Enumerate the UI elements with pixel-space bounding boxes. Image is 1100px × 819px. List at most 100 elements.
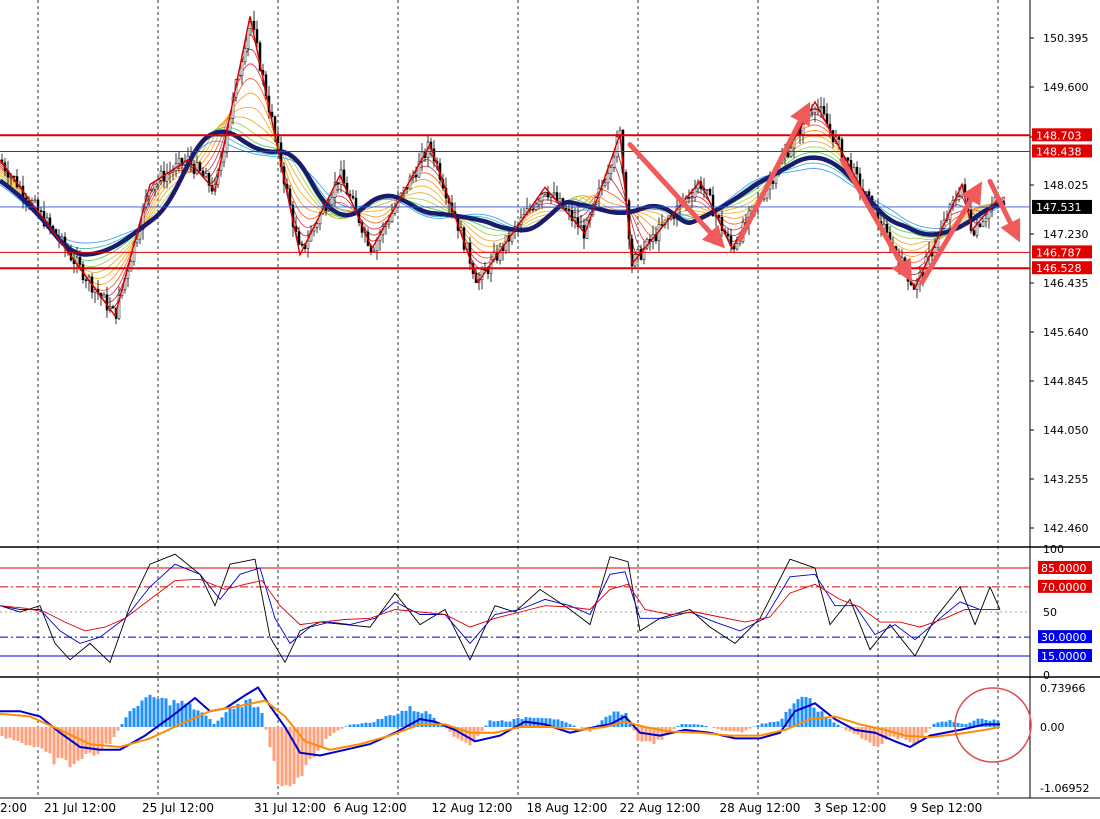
candle-body bbox=[610, 167, 612, 174]
forex-chart[interactable]: 2:0021 Jul 12:0025 Jul 12:0031 Jul 12:00… bbox=[0, 0, 1100, 815]
macd-histogram-bar bbox=[905, 727, 908, 740]
macd-histogram-bar bbox=[81, 727, 84, 759]
candle-body bbox=[154, 184, 156, 189]
macd-histogram-bar bbox=[497, 721, 500, 727]
macd-histogram-bar bbox=[13, 727, 16, 740]
stochastic-level-label: 85.0000 bbox=[1041, 562, 1087, 575]
macd-histogram-bar bbox=[29, 727, 32, 745]
candle-body bbox=[244, 48, 246, 61]
macd-histogram-bar bbox=[357, 724, 360, 727]
candle-body bbox=[355, 198, 357, 209]
level-price-label: 146.528 bbox=[1036, 262, 1082, 275]
macd-histogram-bar bbox=[677, 726, 680, 727]
macd-histogram-bar bbox=[205, 716, 208, 727]
macd-tick-label: 0.00 bbox=[1040, 721, 1065, 734]
macd-histogram-bar bbox=[561, 721, 564, 727]
candle-body bbox=[373, 251, 375, 252]
macd-histogram-bar bbox=[993, 720, 996, 727]
candle-body bbox=[613, 157, 615, 167]
macd-histogram-bar bbox=[937, 722, 940, 727]
price-tick-label: 147.230 bbox=[1043, 228, 1089, 241]
candle-body bbox=[388, 222, 390, 224]
candle-body bbox=[787, 153, 789, 157]
macd-histogram-bar bbox=[129, 711, 132, 727]
macd-histogram-bar bbox=[917, 727, 920, 743]
candle-body bbox=[85, 280, 87, 281]
macd-histogram-bar bbox=[821, 711, 824, 727]
macd-histogram-bar bbox=[721, 727, 724, 730]
macd-histogram-bar bbox=[85, 727, 88, 754]
chart-canvas[interactable]: 2:0021 Jul 12:0025 Jul 12:0031 Jul 12:00… bbox=[0, 0, 1100, 815]
macd-histogram-bar bbox=[837, 725, 840, 727]
candle-body bbox=[241, 62, 243, 76]
macd-histogram-bar bbox=[749, 727, 752, 729]
candle-body bbox=[568, 209, 570, 210]
candle-body bbox=[37, 200, 39, 211]
candle-body bbox=[979, 224, 981, 227]
macd-histogram-bar bbox=[929, 727, 932, 729]
macd-histogram-bar bbox=[25, 727, 28, 745]
time-axis-label: 25 Jul 12:00 bbox=[142, 801, 214, 815]
macd-histogram-bar bbox=[329, 727, 332, 736]
macd-histogram-bar bbox=[49, 727, 52, 753]
candle-body bbox=[706, 189, 708, 190]
candle-body bbox=[223, 152, 225, 162]
candle-body bbox=[607, 174, 609, 183]
macd-histogram-bar bbox=[325, 727, 328, 739]
candle-body bbox=[691, 197, 693, 198]
macd-histogram-bar bbox=[553, 719, 556, 727]
macd-histogram-bar bbox=[117, 727, 120, 731]
macd-tick-label: 0.73966 bbox=[1040, 682, 1086, 695]
macd-histogram-bar bbox=[389, 715, 392, 727]
macd-histogram-bar bbox=[33, 727, 36, 747]
macd-histogram-bar bbox=[413, 711, 416, 727]
macd-histogram-bar bbox=[273, 727, 276, 761]
macd-histogram-bar bbox=[741, 727, 744, 732]
price-tick-label: 148.025 bbox=[1043, 179, 1089, 192]
candle-body bbox=[199, 163, 201, 171]
candle-body bbox=[688, 197, 690, 198]
macd-histogram-bar bbox=[285, 727, 288, 785]
macd-histogram-bar bbox=[1, 727, 4, 736]
macd-histogram-bar bbox=[17, 727, 20, 741]
macd-histogram-bar bbox=[133, 708, 136, 727]
macd-histogram-bar bbox=[277, 727, 280, 785]
macd-histogram-bar bbox=[701, 725, 704, 727]
time-axis-label: 3 Sep 12:00 bbox=[814, 801, 886, 815]
macd-histogram-bar bbox=[145, 697, 148, 727]
candle-body bbox=[376, 241, 378, 251]
macd-histogram-bar bbox=[909, 727, 912, 742]
macd-histogram-bar bbox=[541, 718, 544, 727]
macd-histogram-bar bbox=[513, 719, 516, 727]
macd-histogram-bar bbox=[265, 727, 268, 730]
macd-histogram-bar bbox=[337, 727, 340, 731]
time-axis-label: 28 Aug 12:00 bbox=[720, 801, 801, 815]
macd-histogram-bar bbox=[365, 723, 368, 727]
macd-histogram-bar bbox=[713, 727, 716, 728]
macd-histogram-bar bbox=[733, 727, 736, 732]
candle-body bbox=[34, 200, 36, 201]
macd-histogram-bar bbox=[565, 722, 568, 727]
candle-body bbox=[823, 106, 825, 114]
macd-histogram-bar bbox=[73, 727, 76, 764]
candle-body bbox=[547, 192, 549, 197]
candle-body bbox=[958, 197, 960, 200]
macd-histogram-bar bbox=[813, 708, 816, 727]
candle-body bbox=[316, 224, 318, 228]
macd-histogram-bar bbox=[869, 727, 872, 743]
candle-body bbox=[790, 148, 792, 157]
macd-histogram-bar bbox=[229, 707, 232, 727]
macd-histogram-bar bbox=[489, 720, 492, 727]
candle-body bbox=[487, 270, 489, 274]
current-price-label: 147.531 bbox=[1036, 201, 1082, 214]
candle-body bbox=[337, 183, 339, 185]
macd-histogram-bar bbox=[317, 727, 320, 751]
macd-histogram-bar bbox=[345, 726, 348, 727]
macd-histogram-bar bbox=[725, 727, 728, 731]
macd-histogram-bar bbox=[157, 699, 160, 727]
macd-histogram-bar bbox=[861, 727, 864, 739]
stochastic-tick-label: 100 bbox=[1043, 543, 1064, 556]
macd-histogram-bar bbox=[761, 724, 764, 727]
time-axis-label: 6 Aug 12:00 bbox=[333, 801, 406, 815]
macd-histogram-bar bbox=[957, 723, 960, 727]
